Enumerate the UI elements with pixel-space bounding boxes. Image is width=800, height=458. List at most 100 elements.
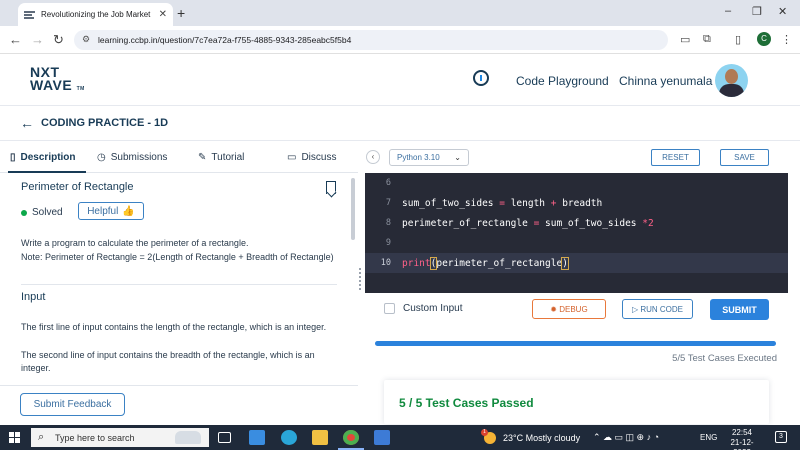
line-number: 9: [385, 238, 391, 248]
code-line: 8 perimeter_of_rectangle = sum_of_two_si…: [365, 213, 788, 233]
weather-icon: 1: [481, 429, 496, 444]
language-indicator[interactable]: ENG: [700, 433, 717, 442]
code-line: 7 sum_of_two_sides = length + breadth: [365, 193, 788, 213]
notification-icon[interactable]: 3: [775, 431, 787, 443]
description-text-2: Note: Perimeter of Rectangle = 2(Length …: [21, 252, 334, 262]
edge-icon[interactable]: [281, 430, 297, 445]
task-view-icon[interactable]: [218, 432, 231, 443]
line-number: 7: [385, 198, 391, 208]
avatar[interactable]: [715, 64, 748, 97]
active-tab-indicator: [8, 171, 86, 173]
practice-bar: ← CODING PRACTICE - 1D: [0, 107, 800, 141]
test-executed-text: 5/5 Test Cases Executed: [672, 353, 777, 364]
back-icon[interactable]: ←: [9, 32, 22, 47]
result-summary: 5 / 5 Test Cases Passed: [399, 396, 534, 410]
logo-tm: TM: [76, 86, 85, 92]
document-icon: ▯: [10, 152, 16, 163]
code-text: perimeter_of_rectangle = sum_of_two_side…: [402, 218, 654, 229]
code-line: 9: [365, 233, 788, 253]
windows-taskbar: ⌕ Type here to search 1 23°C Mostly clou…: [0, 425, 800, 457]
windows-start-icon[interactable]: [9, 432, 20, 443]
timer-icon[interactable]: [473, 70, 489, 86]
taskbar-clock[interactable]: 22:54 21-12-2023: [722, 428, 762, 458]
submit-button[interactable]: SUBMIT: [710, 299, 769, 320]
system-tray-icons[interactable]: ⌃ ☁ ▭ ◫ ⊕ ♪ ◔: [593, 432, 659, 443]
chevron-down-icon: ⌄: [454, 153, 461, 162]
pane-resize-handle[interactable]: [358, 143, 363, 383]
code-text: print(perimeter_of_rectangle): [402, 257, 569, 270]
code-playground-link[interactable]: Code Playground: [516, 74, 609, 88]
tab-close-icon[interactable]: ✕: [159, 9, 167, 20]
checkbox-icon: [384, 303, 395, 314]
helpful-button[interactable]: Helpful 👍: [78, 202, 144, 220]
tab-discuss[interactable]: ▭ Discuss: [287, 152, 336, 163]
left-pane-tabs: ▯ Description ◷ Submissions ✎ Tutorial ▭…: [0, 143, 358, 173]
window-close-icon[interactable]: ✕: [778, 5, 787, 18]
thumbs-up-icon: 👍: [122, 205, 135, 217]
debug-button[interactable]: ✹ DEBUG: [532, 299, 606, 319]
app-header: NXT WAVE TM Code Playground Chinna yenum…: [0, 54, 800, 106]
input-heading: Input: [21, 291, 46, 303]
side-panel-icon[interactable]: ▯: [735, 33, 741, 46]
search-highlight-icon: [175, 431, 201, 444]
address-bar[interactable]: ⚙ learning.ccbp.in/question/7c7ea72a-f75…: [74, 30, 668, 50]
taskbar-search-input[interactable]: ⌕ Type here to search: [31, 428, 209, 447]
divider: [0, 385, 358, 386]
url-text: learning.ccbp.in/question/7c7ea72a-f755-…: [98, 35, 352, 45]
input-description-1: The first line of input contains the len…: [21, 322, 327, 332]
file-explorer-icon[interactable]: [312, 430, 328, 445]
run-code-button[interactable]: ▷ RUN CODE: [622, 299, 693, 319]
site-info-icon[interactable]: ⚙: [82, 34, 90, 45]
clock-icon: ◷: [97, 152, 106, 163]
chrome-icon[interactable]: [343, 430, 359, 445]
extensions-icon[interactable]: ⧉: [703, 33, 711, 46]
browser-tab-strip: Revolutionizing the Job Market ✕ + – ❐ ✕: [0, 0, 800, 26]
nxtwave-logo[interactable]: NXT WAVE TM: [30, 65, 85, 96]
bookmark-icon[interactable]: [326, 181, 336, 194]
save-button[interactable]: SAVE: [720, 149, 769, 166]
profile-avatar[interactable]: C: [757, 32, 771, 46]
browser-toolbar: ← → ↻ ⚙ learning.ccbp.in/question/7c7ea7…: [0, 26, 800, 67]
chat-icon: ▭: [287, 152, 297, 163]
collapse-pane-button[interactable]: ‹: [366, 150, 380, 164]
line-number: 6: [385, 178, 391, 188]
tutorial-icon: ✎: [198, 152, 207, 163]
page-title: CODING PRACTICE - 1D: [41, 117, 169, 129]
input-description-2: The second line of input contains the br…: [21, 350, 315, 373]
forward-icon[interactable]: →: [31, 32, 44, 47]
code-editor[interactable]: 6 7 sum_of_two_sides = length + breadth …: [365, 173, 788, 293]
username[interactable]: Chinna yenumala: [619, 74, 712, 88]
code-text: sum_of_two_sides = length + breadth: [402, 198, 603, 209]
new-tab-icon[interactable]: +: [177, 5, 185, 21]
custom-input-checkbox[interactable]: Custom Input: [384, 303, 462, 314]
result-card: 5 / 5 Test Cases Passed: [384, 380, 769, 424]
line-number: 10: [380, 258, 391, 268]
menu-icon[interactable]: ⋮: [781, 33, 792, 46]
status-badge: Solved: [21, 207, 63, 218]
store-icon[interactable]: [374, 430, 390, 445]
mail-icon[interactable]: [249, 430, 265, 445]
left-pane-scrollbar[interactable]: [351, 178, 355, 240]
reset-button[interactable]: RESET: [651, 149, 700, 166]
language-select[interactable]: Python 3.10 ⌄: [389, 149, 469, 166]
search-icon: ⌕: [38, 431, 45, 443]
reload-icon[interactable]: ↻: [53, 32, 64, 48]
browser-tab[interactable]: Revolutionizing the Job Market ✕: [18, 3, 173, 26]
line-number: 8: [385, 218, 391, 228]
submit-feedback-button[interactable]: Submit Feedback: [20, 393, 125, 416]
back-arrow-icon[interactable]: ←: [20, 115, 34, 131]
code-line: 6: [365, 173, 788, 193]
restore-icon[interactable]: ❐: [752, 5, 762, 18]
minimize-icon[interactable]: –: [725, 5, 731, 17]
logo-line-2: WAVE: [30, 77, 73, 93]
description-text-1: Write a program to calculate the perimet…: [21, 238, 249, 248]
weather-widget[interactable]: 1 23°C Mostly cloudy: [481, 429, 580, 444]
tab-description[interactable]: ▯ Description: [10, 152, 76, 163]
tab-submissions[interactable]: ◷ Submissions: [97, 152, 167, 163]
test-progress-fill: [375, 341, 776, 346]
code-line-active: 10 print(perimeter_of_rectangle): [365, 253, 788, 273]
reading-mode-icon[interactable]: ▭: [680, 33, 690, 46]
tab-tutorial[interactable]: ✎ Tutorial: [198, 152, 244, 163]
tab-favicon-icon: [24, 10, 35, 19]
bug-icon: ✹: [550, 304, 560, 314]
